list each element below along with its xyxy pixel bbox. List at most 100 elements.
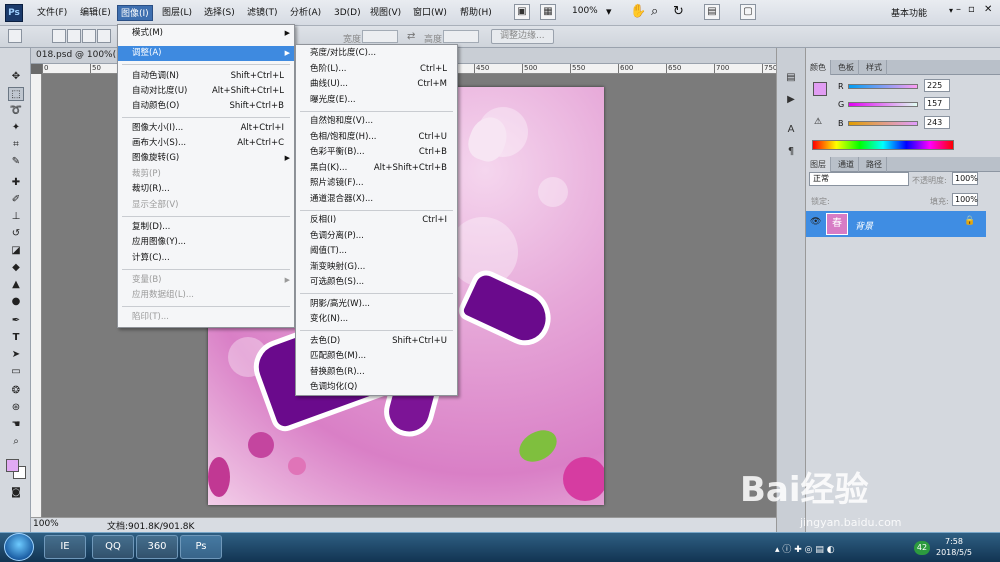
refine-edge-button[interactable]: 调整边缘... — [491, 29, 554, 44]
menu-item-variations[interactable]: 变化(N)... — [296, 312, 457, 327]
menu-item-hue-saturation[interactable]: 色相/饱和度(H)... Ctrl+U — [296, 130, 457, 145]
move-tool-icon[interactable]: ✥ — [8, 70, 24, 84]
menu-item-trim[interactable]: 裁切(R)... — [118, 182, 294, 197]
menu-item-gradient-map[interactable]: 渐变映射(G)... — [296, 260, 457, 275]
taskbar-qq[interactable]: QQ — [92, 535, 134, 559]
menu-filter[interactable]: 滤镜(T) — [244, 5, 281, 21]
magic-wand-tool-icon[interactable]: ✦ — [8, 121, 24, 135]
visibility-eye-icon[interactable]: 👁 — [810, 217, 821, 227]
status-zoom[interactable]: 100% — [33, 519, 59, 529]
tab-styles[interactable]: 样式 — [862, 60, 887, 75]
tab-channels[interactable]: 通道 — [834, 157, 859, 172]
menu-item-variables[interactable]: 变量(B) ▶ — [118, 273, 294, 288]
clone-stamp-icon[interactable]: ⊥ — [8, 210, 24, 224]
arrange-documents-icon[interactable]: ▤ — [704, 4, 720, 20]
eyedropper-tool-icon[interactable]: ✎ — [8, 155, 24, 169]
menu-view[interactable]: 视图(V) — [367, 5, 404, 21]
tab-paths[interactable]: 路径 — [862, 157, 887, 172]
swap-icon[interactable]: ⇄ — [407, 31, 415, 42]
rect-marquee-tool-icon[interactable]: ⬚ — [8, 87, 24, 101]
menu-item-apply-data-set[interactable]: 应用数据组(L)... — [118, 288, 294, 303]
menu-item-calculations[interactable]: 计算(C)... — [118, 251, 294, 266]
start-button[interactable] — [4, 533, 34, 561]
menu-item-crop[interactable]: 裁剪(P) — [118, 167, 294, 182]
lasso-tool-icon[interactable]: ➰ — [8, 104, 24, 118]
paint-bucket-icon[interactable]: ◆ — [8, 261, 24, 275]
menu-item-color-balance[interactable]: 色彩平衡(B)... Ctrl+B — [296, 145, 457, 160]
menu-item-curves[interactable]: 曲线(U)... Ctrl+M — [296, 77, 457, 92]
workspace-dropdown-icon[interactable]: ▾ — [949, 6, 953, 15]
menu-item-replace-color[interactable]: 替换颜色(R)... — [296, 365, 457, 380]
b-value[interactable]: 243 — [924, 116, 950, 129]
foreground-color-swatch[interactable] — [6, 459, 19, 472]
menu-item-brightness-contrast[interactable]: 亮度/对比度(C)... — [296, 46, 457, 61]
menu-window[interactable]: 窗口(W) — [410, 5, 450, 21]
screen-mode-icon[interactable]: ▢ — [740, 4, 756, 20]
menu-analysis[interactable]: 分析(A) — [287, 5, 324, 21]
intersect-selection-icon[interactable] — [97, 29, 111, 43]
3d-orbit-icon[interactable]: ⊛ — [8, 401, 24, 415]
zoom-tool-icon[interactable]: ⌕ — [651, 4, 658, 19]
add-selection-icon[interactable] — [67, 29, 81, 43]
menu-item-auto-color[interactable]: 自动颜色(O) Shift+Ctrl+B — [118, 99, 294, 114]
tab-swatches[interactable]: 色板 — [834, 60, 859, 75]
tray-icons[interactable]: ▴ ⓘ ✚ ◎ ▤ ◐ — [775, 542, 835, 555]
menu-item-match-color[interactable]: 匹配颜色(M)... — [296, 349, 457, 364]
color-fg-swatch[interactable] — [813, 82, 827, 96]
paragraph-panel-icon[interactable]: ¶ — [782, 146, 800, 160]
zoom-icon[interactable]: ⌕ — [8, 435, 24, 449]
tray-badge[interactable]: 42 — [914, 541, 930, 555]
crop-tool-icon[interactable]: ⌗ — [8, 138, 24, 152]
g-value[interactable]: 157 — [924, 97, 950, 110]
menu-item-selective-color[interactable]: 可选颜色(S)... — [296, 275, 457, 290]
close-button[interactable]: ✕ — [984, 4, 992, 15]
menu-item-auto-contrast[interactable]: 自动对比度(U) Alt+Shift+Ctrl+L — [118, 84, 294, 99]
menu-item-equalize[interactable]: 色调均化(Q) — [296, 380, 457, 395]
layer-name[interactable]: 背景 — [855, 219, 873, 232]
menu-item-desaturate[interactable]: 去色(D) Shift+Ctrl+U — [296, 334, 457, 349]
menu-item-invert[interactable]: 反相(I) Ctrl+I — [296, 213, 457, 228]
width-field[interactable] — [362, 30, 398, 43]
menu-item-adjustments[interactable]: 调整(A) ▶ — [118, 46, 294, 61]
blur-tool-icon[interactable]: ▲ — [8, 278, 24, 292]
minimize-button[interactable]: – — [956, 4, 961, 15]
system-clock[interactable]: 7:58 2018/5/5 — [936, 536, 972, 558]
3d-rotate-icon[interactable]: ❂ — [8, 384, 24, 398]
color-spectrum[interactable] — [812, 140, 954, 150]
view-extras-icon[interactable]: ▦ — [540, 4, 556, 20]
menu-3d[interactable]: 3D(D) — [331, 5, 364, 21]
menu-item-exposure[interactable]: 曝光度(E)... — [296, 93, 457, 108]
opacity-value[interactable]: 100% — [952, 172, 978, 185]
menu-item-channel-mixer[interactable]: 通道混合器(X)... — [296, 192, 457, 207]
menu-item-apply-image[interactable]: 应用图像(Y)... — [118, 235, 294, 250]
status-doc-size[interactable]: 文档:901.8K/901.8K — [107, 519, 194, 532]
menu-item-vibrance[interactable]: 自然饱和度(V)... — [296, 114, 457, 129]
workspace-switcher[interactable]: 基本功能 — [891, 6, 927, 19]
menu-item-reveal-all[interactable]: 显示全部(V) — [118, 198, 294, 213]
g-slider[interactable] — [848, 102, 918, 107]
shape-tool-icon[interactable]: ▭ — [8, 365, 24, 379]
menu-item-black-white[interactable]: 黑白(K)... Alt+Shift+Ctrl+B — [296, 161, 457, 176]
menu-edit[interactable]: 编辑(E) — [77, 5, 114, 21]
new-selection-icon[interactable] — [52, 29, 66, 43]
quick-mask-icon[interactable]: ◙ — [8, 486, 24, 500]
taskbar-360[interactable]: 360 — [136, 535, 178, 559]
pen-tool-icon[interactable]: ✒ — [8, 314, 24, 328]
bridge-icon[interactable]: ▣ — [514, 4, 530, 20]
restore-button[interactable]: ▫ — [968, 4, 975, 15]
tab-color[interactable]: 颜色 — [806, 60, 831, 75]
menu-item-mode[interactable]: 模式(M) ▶ — [118, 26, 294, 41]
zoom-dropdown-icon[interactable]: ▾ — [606, 5, 612, 18]
blend-mode-select[interactable]: 正常 — [809, 172, 909, 186]
menu-item-levels[interactable]: 色阶(L)... Ctrl+L — [296, 62, 457, 77]
fill-value[interactable]: 100% — [952, 193, 978, 206]
menu-file[interactable]: 文件(F) — [34, 5, 70, 21]
menu-help[interactable]: 帮助(H) — [457, 5, 495, 21]
menu-item-canvas-size[interactable]: 画布大小(S)... Alt+Ctrl+C — [118, 136, 294, 151]
taskbar-ie[interactable]: IE — [44, 535, 86, 559]
menu-layer[interactable]: 图层(L) — [159, 5, 195, 21]
type-tool-icon[interactable]: T — [8, 331, 24, 345]
path-select-icon[interactable]: ➤ — [8, 348, 24, 362]
dodge-tool-icon[interactable]: ● — [8, 295, 24, 309]
healing-brush-icon[interactable]: ✚ — [8, 176, 24, 190]
